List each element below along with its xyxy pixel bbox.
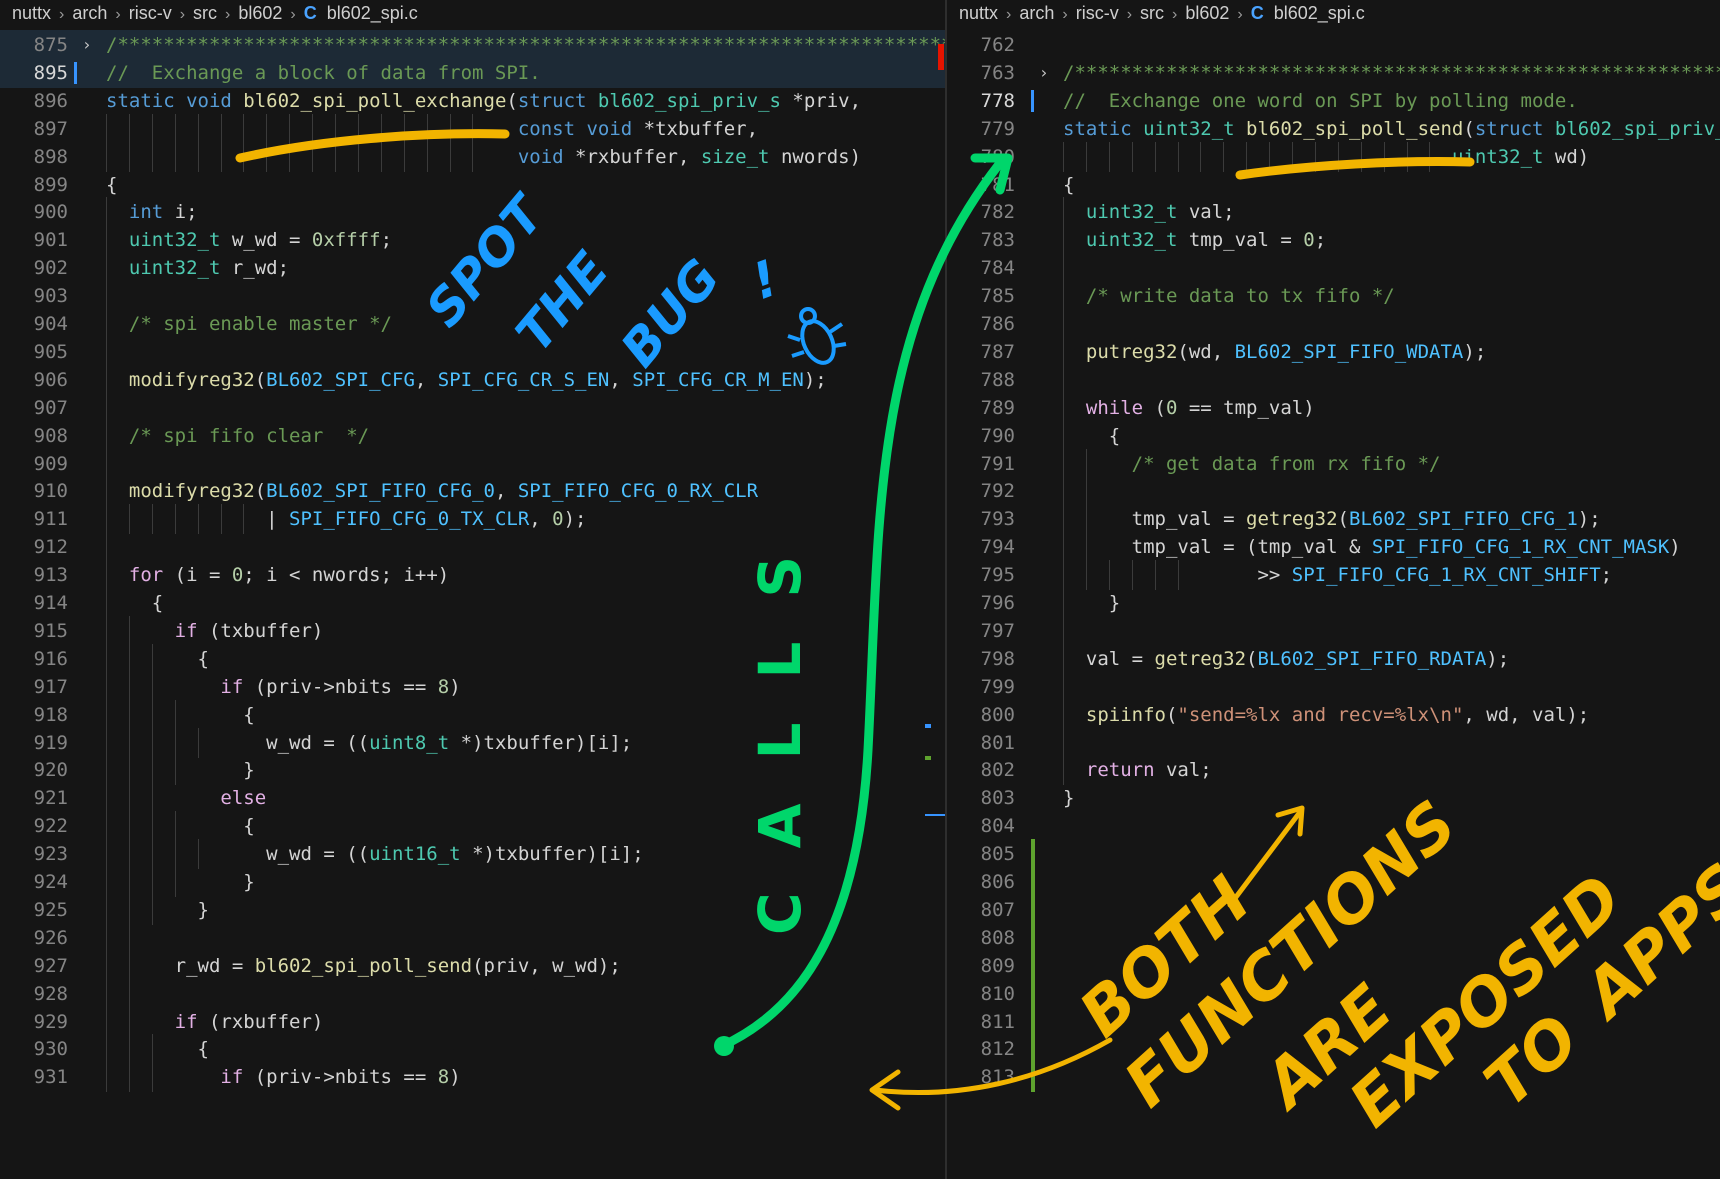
underline-exchange <box>235 129 510 163</box>
annotation-bug: BUG <box>610 249 731 378</box>
annotation-calls: CALLS <box>746 512 814 935</box>
underline-send <box>1235 157 1475 180</box>
calls-arrow-tail <box>714 1036 734 1056</box>
exposed-arrow-left <box>872 1037 1113 1096</box>
annotation-exclaim: ! <box>744 249 785 311</box>
bug-icon <box>787 307 847 365</box>
annotation-overlay: SPOT THE BUG ! CALLS BOTH FUNCTIONS ARE … <box>235 129 1720 1142</box>
